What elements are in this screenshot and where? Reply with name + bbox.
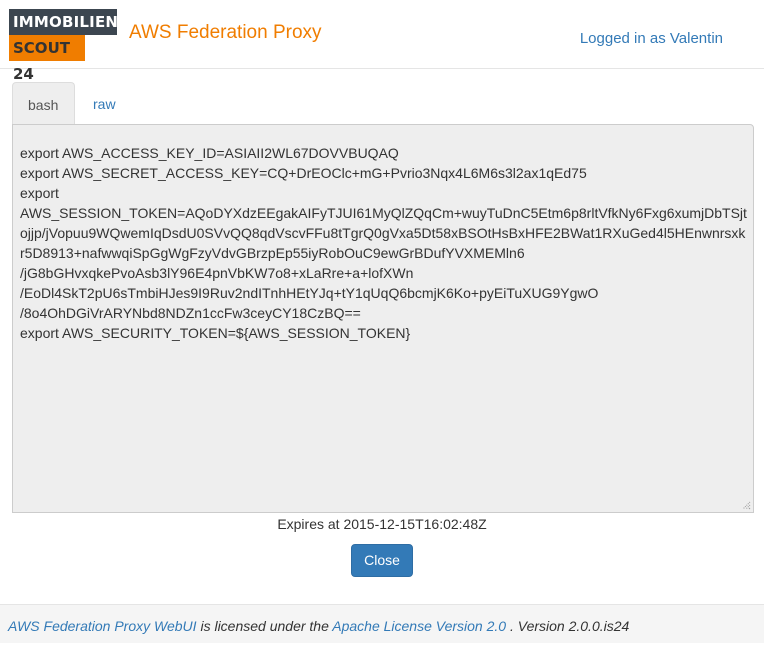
resize-grip-icon[interactable] <box>741 500 751 510</box>
logged-in-user-link[interactable]: Logged in as Valentin <box>580 30 723 47</box>
credentials-text: export AWS_ACCESS_KEY_ID=ASIAII2WL67DOVV… <box>20 145 747 341</box>
page-header: IMMOBILIEN SCOUT 24 AWS Federation Proxy… <box>0 0 764 83</box>
tab-raw[interactable]: raw <box>78 82 131 124</box>
logo-line-1: IMMOBILIEN <box>9 9 118 35</box>
app-title: AWS Federation Proxy <box>129 22 322 43</box>
tab-bash[interactable]: bash <box>12 82 75 124</box>
license-link[interactable]: Apache License Version 2.0 <box>332 618 506 634</box>
page-footer: AWS Federation Proxy WebUI is licensed u… <box>0 604 764 643</box>
format-tabs: bash raw <box>12 82 753 124</box>
version-text: . Version 2.0.0.is24 <box>506 618 630 634</box>
immobilienscout24-logo[interactable]: IMMOBILIEN SCOUT 24 <box>9 9 118 83</box>
close-button[interactable]: Close <box>351 544 413 577</box>
credentials-textarea[interactable]: export AWS_ACCESS_KEY_ID=ASIAII2WL67DOVV… <box>12 124 754 513</box>
expiry-text: Expires at 2015-12-15T16:02:48Z <box>277 516 487 532</box>
licensed-text: is licensed under the <box>196 618 333 634</box>
webui-link[interactable]: AWS Federation Proxy WebUI <box>8 618 197 634</box>
logo-line-2: SCOUT 24 <box>9 35 85 83</box>
